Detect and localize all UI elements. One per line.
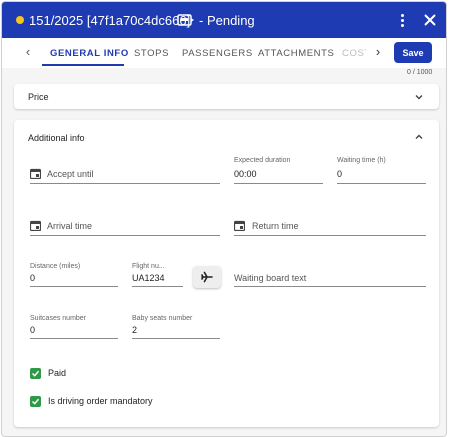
waiting-board-text-field[interactable]: Waiting board text — [234, 263, 426, 287]
trip-dialog: 151/2025 [47f1a70c4dc666] - Pending ‹ GE… — [1, 1, 447, 437]
waiting-time-label: Waiting time (h) — [337, 157, 386, 164]
waiting-time-value: 0 — [337, 169, 343, 179]
paid-row: Paid — [30, 366, 66, 380]
tab-cost[interactable]: COST — [342, 48, 366, 59]
arrival-time-field[interactable]: Arrival time — [30, 209, 220, 237]
waiting-time-field[interactable]: Waiting time (h) 0 — [337, 157, 426, 185]
price-panel[interactable]: Price — [14, 84, 439, 109]
calendar-icon — [30, 220, 41, 231]
waiting-board-text-placeholder: Waiting board text — [234, 273, 307, 283]
active-tab-indicator — [42, 64, 124, 66]
price-panel-title: Price — [28, 92, 49, 102]
driving-order-row: Is driving order mandatory — [30, 394, 153, 408]
baby-seats-value: 2 — [132, 325, 138, 335]
car-icon — [177, 14, 194, 26]
expected-duration-label: Expected duration — [234, 157, 291, 164]
checkmark-icon — [31, 398, 40, 405]
flight-number-field[interactable]: Flight nu... UA1234 — [132, 263, 183, 287]
distance-value: 0 — [30, 273, 36, 283]
paid-label: Paid — [48, 368, 67, 378]
flight-number-value: UA1234 — [132, 273, 165, 283]
chevron-down-icon[interactable] — [414, 92, 424, 102]
driving-order-label: Is driving order mandatory — [48, 396, 153, 406]
additional-info-title: Additional info — [28, 133, 85, 143]
accept-until-placeholder: Accept until — [47, 169, 94, 179]
dialog-status: - Pending — [199, 13, 255, 28]
accept-until-field[interactable]: Accept until — [30, 157, 220, 185]
save-button[interactable]: Save — [394, 42, 432, 63]
dialog-title: 151/2025 [47f1a70c4dc666] — [29, 13, 191, 28]
tabs-bar: ‹ GENERAL INFO STOPS PASSENGERS ATTACHME… — [2, 38, 446, 68]
distance-label: Distance (miles) — [30, 263, 81, 270]
return-time-placeholder: Return time — [252, 221, 299, 231]
airplane-icon — [201, 271, 213, 283]
distance-field[interactable]: Distance (miles) 0 — [30, 263, 118, 287]
tab-attachments[interactable]: ATTACHMENTS — [258, 48, 334, 59]
suitcases-value: 0 — [30, 325, 36, 335]
chevron-up-icon[interactable] — [414, 132, 424, 142]
more-vertical-icon[interactable] — [395, 12, 409, 28]
baby-seats-label: Baby seats number — [132, 315, 193, 322]
status-dot — [16, 16, 24, 24]
paid-checkbox[interactable] — [30, 367, 41, 379]
suitcases-field[interactable]: Suitcases number 0 — [30, 315, 118, 339]
expected-duration-field[interactable]: Expected duration 00:00 — [234, 157, 323, 185]
expected-duration-value: 00:00 — [234, 169, 257, 179]
flight-lookup-button[interactable] — [193, 266, 221, 288]
flight-number-label: Flight nu... — [132, 263, 165, 270]
return-time-field[interactable]: Return time — [234, 209, 426, 237]
dialog-titlebar: 151/2025 [47f1a70c4dc666] - Pending — [2, 2, 446, 38]
tab-general-info[interactable]: GENERAL INFO — [50, 48, 129, 59]
arrival-time-placeholder: Arrival time — [47, 221, 93, 231]
char-counter: 0 / 1000 — [407, 69, 433, 76]
tabs-scroll-left-icon[interactable]: ‹ — [21, 44, 35, 60]
suitcases-label: Suitcases number — [30, 315, 87, 322]
calendar-icon — [30, 168, 41, 179]
baby-seats-field[interactable]: Baby seats number 2 — [132, 315, 220, 339]
checkmark-icon — [31, 370, 40, 377]
close-icon[interactable] — [422, 12, 438, 28]
tabs-scroll-right-icon[interactable]: › — [371, 44, 385, 60]
calendar-icon — [234, 220, 245, 231]
tab-passengers[interactable]: PASSENGERS — [182, 48, 253, 59]
driving-order-checkbox[interactable] — [30, 395, 41, 407]
tab-stops[interactable]: STOPS — [134, 48, 169, 59]
